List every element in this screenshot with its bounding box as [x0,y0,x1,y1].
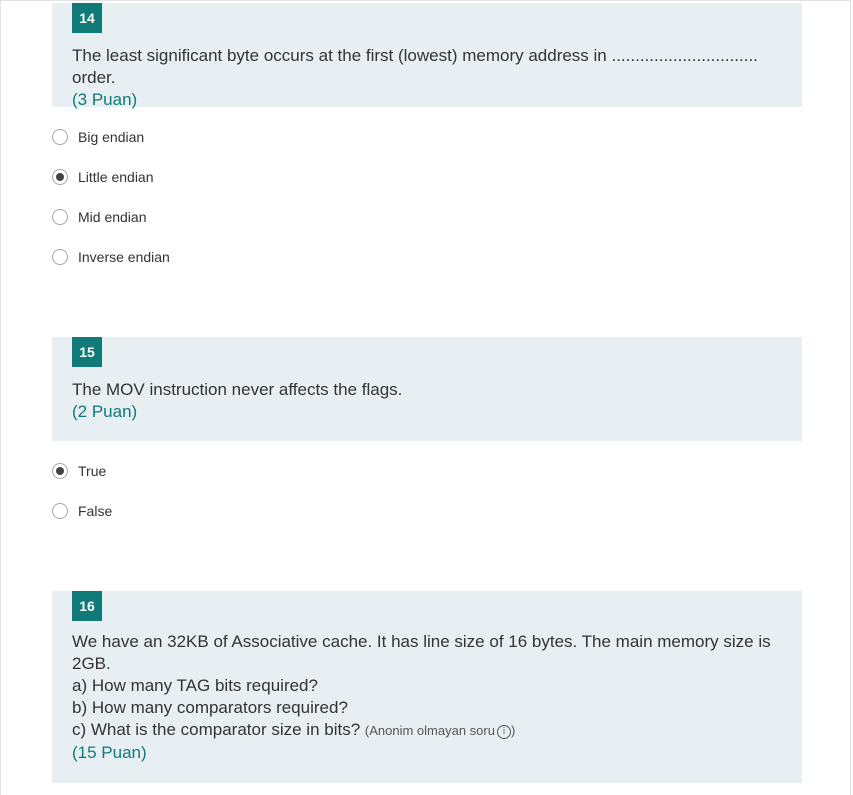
radio-button-selected[interactable] [52,463,68,479]
option-label: True [78,463,107,479]
option-label: False [78,503,113,519]
question-number: 16 [72,591,102,621]
question-16-header: 16 We have an 32KB of Associative cache.… [52,591,802,783]
radio-button[interactable] [52,209,68,225]
question-14-header: 14 The least significant byte occurs at … [52,3,802,109]
option-label: Little endian [78,169,154,185]
option-inverse-endian[interactable]: Inverse endian [52,246,170,268]
question-text: The MOV instruction never affects the fl… [72,380,403,399]
option-label: Inverse endian [78,249,170,265]
note-text: (Anonim olmayan soru [364,723,495,738]
non-anonymous-note: (Anonim olmayan soru i) [364,723,516,739]
radio-button[interactable] [52,503,68,519]
note-end: ) [510,723,516,738]
option-little-endian[interactable]: Little endian [52,166,154,188]
question-15-header: 15 The MOV instruction never affects the… [52,337,802,441]
option-label: Mid endian [78,209,147,225]
option-label: Big endian [78,129,145,145]
option-mid-endian[interactable]: Mid endian [52,206,147,228]
option-false[interactable]: False [52,500,112,522]
radio-button[interactable] [52,249,68,265]
info-icon[interactable]: i [496,724,511,739]
question-number: 15 [72,337,102,367]
question-text-block: We have an 32KB of Associative cache. It… [72,631,782,742]
question-points: (15 Puan) [72,743,147,762]
question-number: 14 [72,3,102,33]
radio-button-selected[interactable] [52,169,68,185]
question-points: (3 Puan) [72,90,138,109]
question-points: (2 Puan) [72,402,138,421]
question-text: The least significant byte occurs at the… [72,46,758,87]
radio-button[interactable] [52,129,68,145]
option-true[interactable]: True [52,460,106,482]
option-big-endian[interactable]: Big endian [52,126,144,148]
